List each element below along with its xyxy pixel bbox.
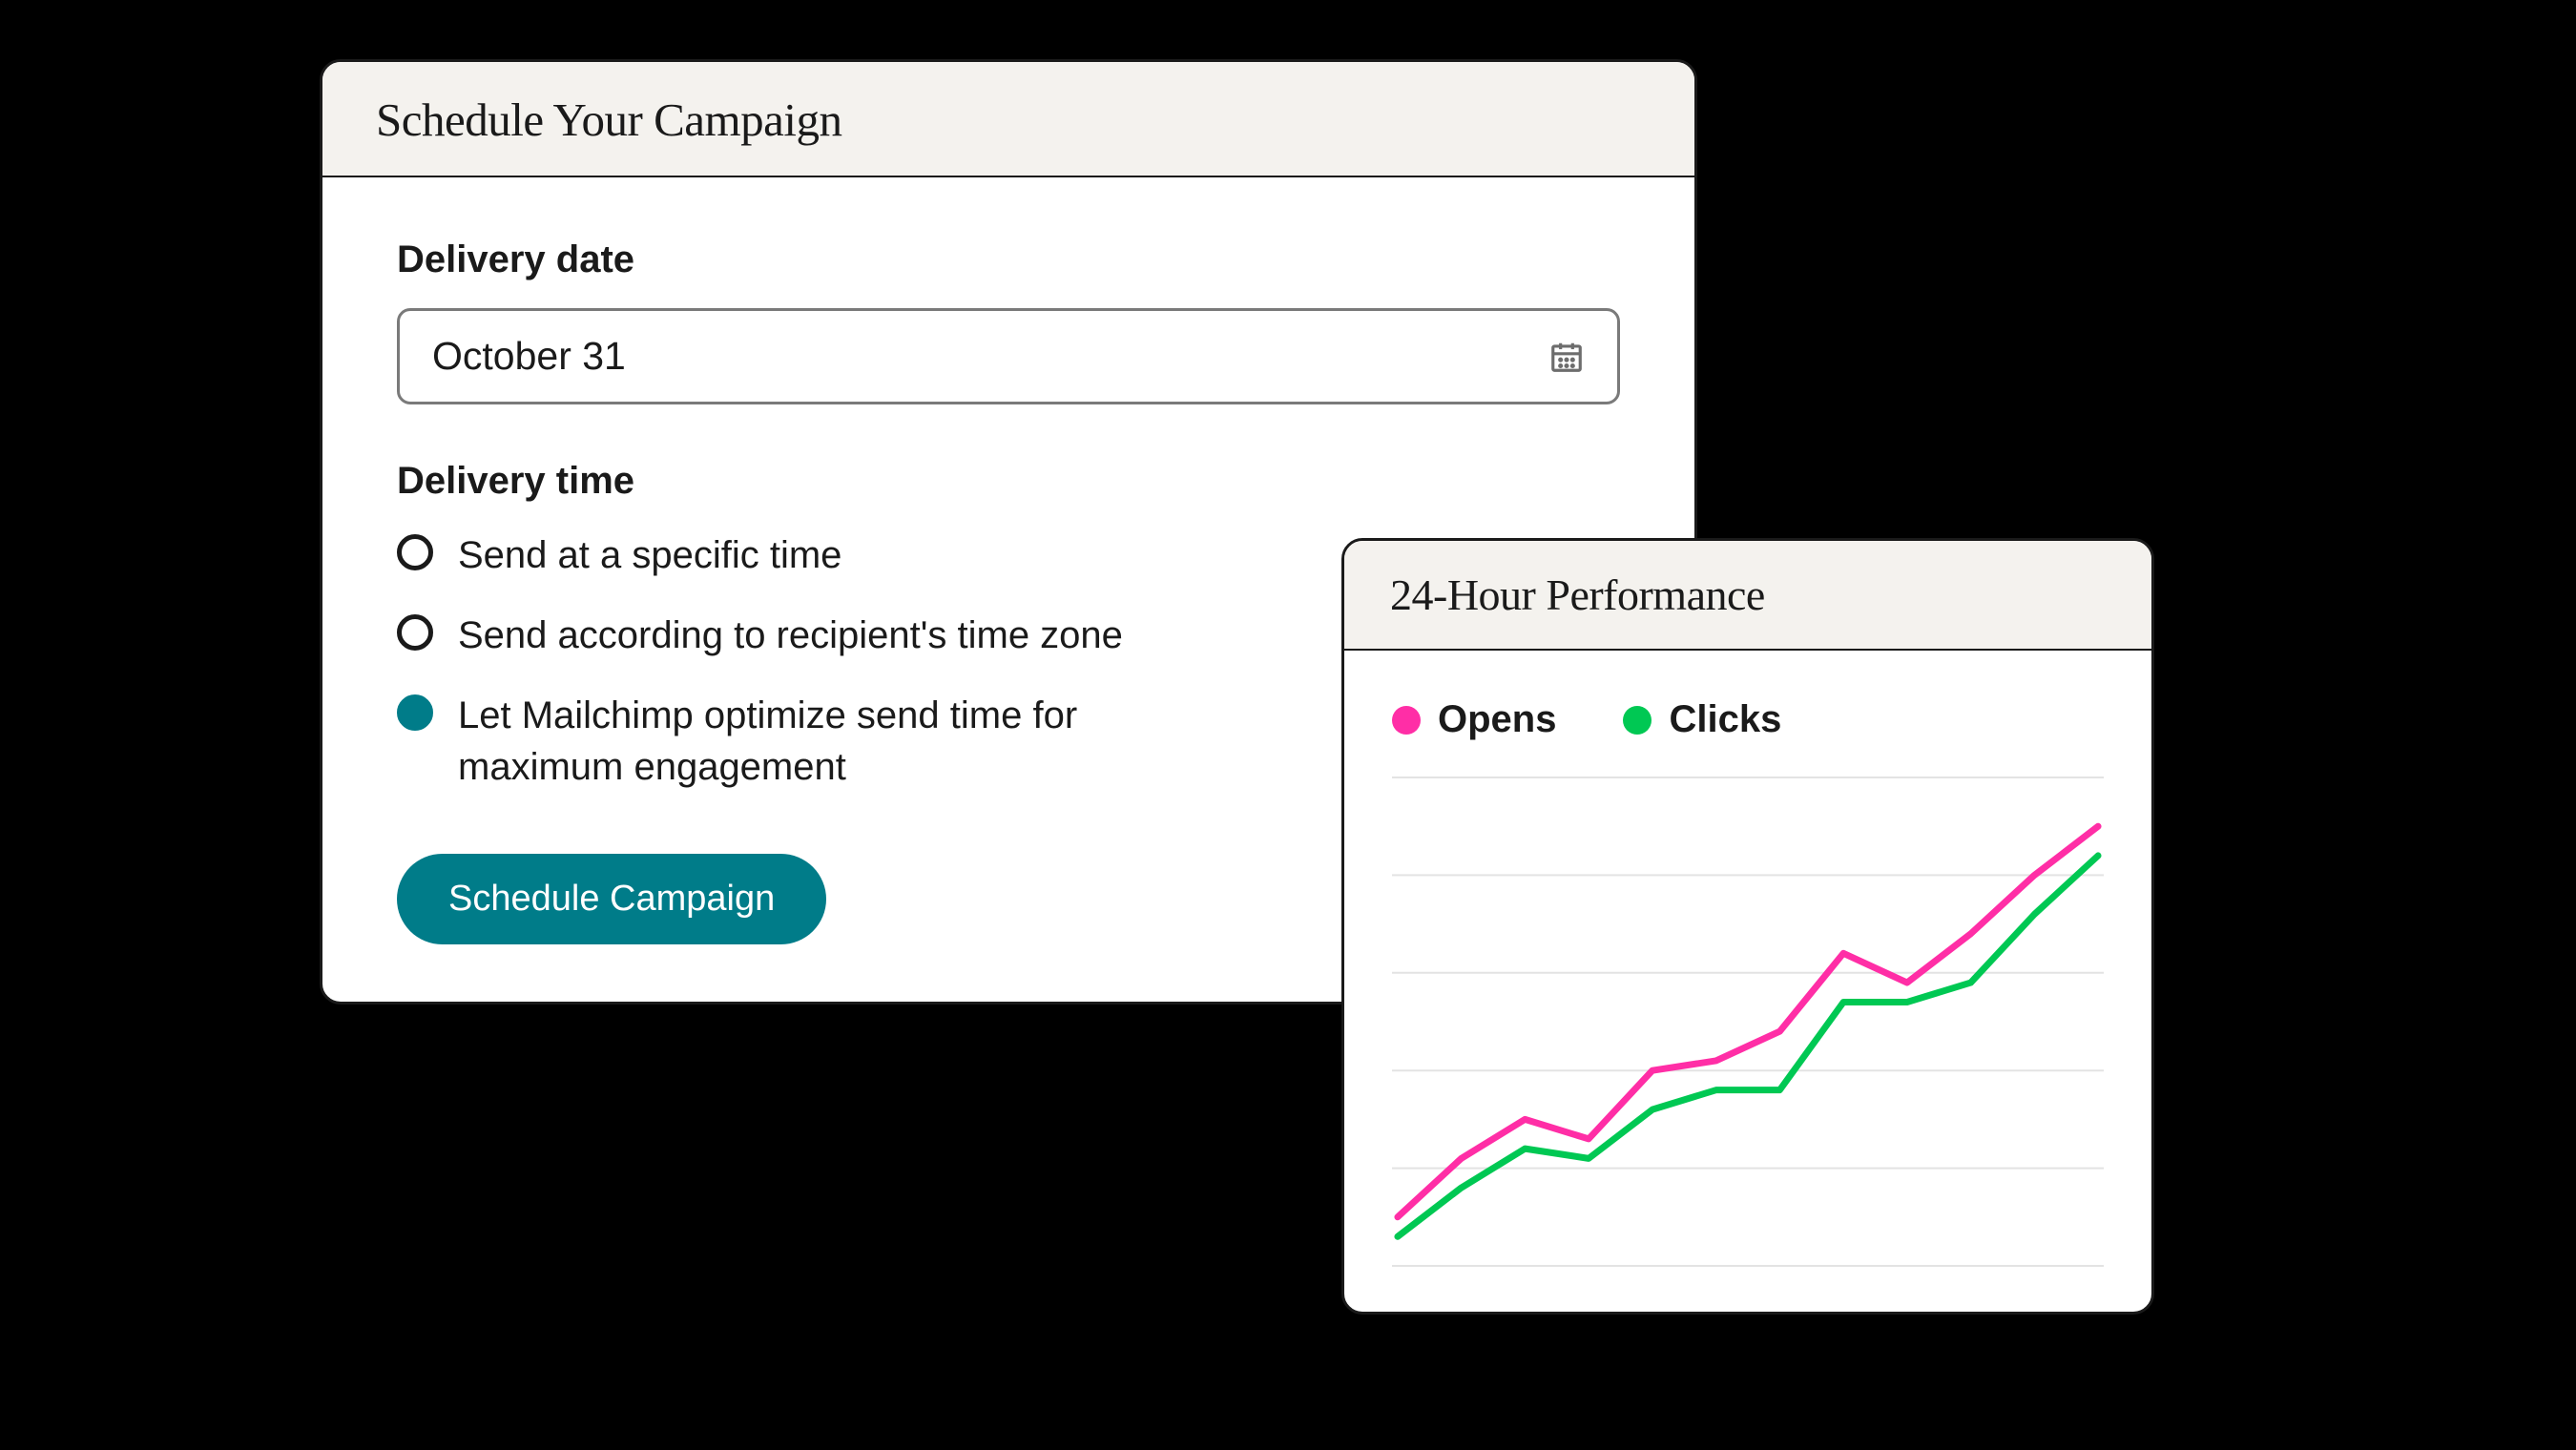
radio-icon <box>397 534 433 570</box>
radio-label: Let Mailchimp optimize send time for max… <box>458 690 1240 793</box>
legend-item-opens: Opens <box>1392 698 1556 741</box>
legend-dot-icon <box>1392 706 1421 735</box>
performance-card-body: Opens Clicks <box>1344 651 2151 1312</box>
chart-legend: Opens Clicks <box>1392 698 2104 741</box>
legend-label: Opens <box>1438 698 1556 741</box>
performance-chart <box>1392 774 2104 1270</box>
performance-card: 24-Hour Performance Opens Clicks <box>1341 538 2154 1315</box>
delivery-date-input[interactable]: October 31 <box>397 308 1620 404</box>
radio-label: Send at a specific time <box>458 529 841 581</box>
legend-item-clicks: Clicks <box>1623 698 1781 741</box>
radio-icon <box>397 614 433 651</box>
calendar-icon[interactable] <box>1548 339 1585 375</box>
radio-label: Send according to recipient's time zone <box>458 610 1123 661</box>
performance-card-title: 24-Hour Performance <box>1344 541 2151 651</box>
schedule-campaign-button[interactable]: Schedule Campaign <box>397 854 826 944</box>
radio-icon <box>397 694 433 731</box>
legend-dot-icon <box>1623 706 1652 735</box>
delivery-date-value: October 31 <box>432 334 626 379</box>
delivery-time-label: Delivery time <box>397 460 1620 503</box>
legend-label: Clicks <box>1669 698 1781 741</box>
delivery-date-label: Delivery date <box>397 238 1620 281</box>
chart-series-opens <box>1398 826 2098 1217</box>
schedule-card-title: Schedule Your Campaign <box>322 62 1694 177</box>
